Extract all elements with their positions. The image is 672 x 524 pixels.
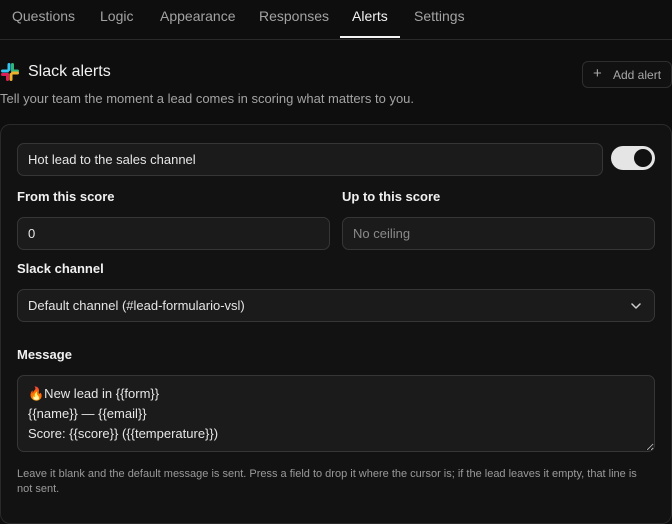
- slack-alerts-header: Slack alerts Tell your team the moment a…: [0, 60, 672, 110]
- add-alert-label: Add alert: [613, 68, 662, 82]
- tab-questions[interactable]: Questions: [12, 0, 75, 38]
- message-textarea[interactable]: 🔥New lead in {{form}} {{name}} — {{email…: [17, 375, 655, 452]
- tab-settings[interactable]: Settings: [414, 0, 465, 38]
- toggle-knob: [634, 149, 652, 167]
- up-to-score-label: Up to this score: [342, 189, 441, 204]
- section-title: Slack alerts: [28, 63, 111, 80]
- alert-enabled-toggle[interactable]: [611, 146, 655, 170]
- slack-channel-label: Slack channel: [17, 261, 104, 276]
- up-to-score-input[interactable]: No ceiling: [342, 217, 655, 250]
- from-score-input[interactable]: 0: [17, 217, 330, 250]
- tab-bar: Questions Logic Appearance Responses Ale…: [0, 0, 672, 40]
- message-label: Message: [17, 347, 72, 362]
- section-description: Tell your team the moment a lead comes i…: [0, 91, 415, 106]
- tab-responses[interactable]: Responses: [259, 0, 329, 38]
- tab-appearance[interactable]: Appearance: [160, 0, 236, 38]
- tab-logic[interactable]: Logic: [100, 0, 133, 38]
- add-alert-button[interactable]: + Add alert: [582, 61, 672, 88]
- tab-alerts[interactable]: Alerts: [340, 0, 400, 38]
- plus-icon: +: [593, 65, 602, 82]
- alert-name-input[interactable]: Hot lead to the sales channel: [17, 143, 603, 176]
- alert-card: [0, 124, 672, 524]
- chevron-down-icon: [631, 303, 641, 309]
- slack-icon: [1, 63, 19, 81]
- message-help-text: Leave it blank and the default message i…: [17, 468, 637, 495]
- from-score-label: From this score: [17, 189, 115, 204]
- slack-channel-select[interactable]: Default channel (#lead-formulario-vsl): [17, 289, 655, 322]
- slack-channel-value: Default channel (#lead-formulario-vsl): [28, 298, 245, 313]
